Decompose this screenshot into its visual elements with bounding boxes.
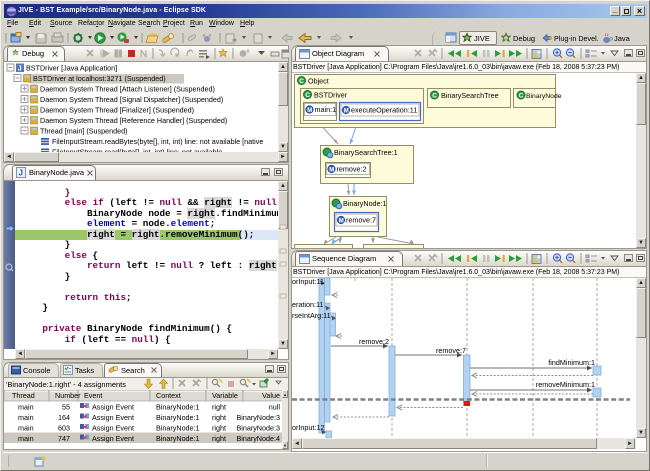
svg-text:BinaryNode:1: BinaryNode:1 <box>156 403 200 412</box>
svg-text:M: M <box>307 108 312 114</box>
svg-text:BSTDriver at localhost:3271 (S: BSTDriver at localhost:3271 (Suspended) <box>33 74 166 83</box>
svg-text:J: J <box>19 169 23 178</box>
svg-text:Event: Event <box>84 391 102 400</box>
svg-text:eration:11: eration:11 <box>292 300 323 309</box>
svg-text:M: M <box>329 168 334 174</box>
svg-text:main: main <box>18 424 34 433</box>
svg-text:remove:7: remove:7 <box>436 346 466 355</box>
svg-text:Thread: Thread <box>12 391 35 400</box>
svg-text:findMinimum:1: findMinimum:1 <box>548 358 595 367</box>
svg-text:Value: Value <box>262 391 280 400</box>
svg-text:C: C <box>519 93 524 100</box>
svg-text:removeMinimum:1: removeMinimum:1 <box>536 380 595 389</box>
svg-text:Daemon System Thread [Referenc: Daemon System Thread [Reference Handler]… <box>40 116 227 125</box>
svg-text:executeOperation:11: executeOperation:11 <box>351 106 417 115</box>
svg-text:Variable: Variable <box>212 391 238 400</box>
svg-text:55: 55 <box>62 403 70 412</box>
svg-text:Daemon System Thread [Signal D: Daemon System Thread [Signal Dispatcher]… <box>40 95 223 104</box>
svg-text:FileInputStream.readBytes(byte: FileInputStream.readBytes(byte[], int, i… <box>52 137 263 146</box>
svg-text:BinaryNode: BinaryNode <box>526 93 562 100</box>
svg-text:remove:7: remove:7 <box>346 216 376 225</box>
svg-text:rseIntArg:11: rseIntArg:11 <box>292 311 331 320</box>
svg-text:C: C <box>299 78 304 85</box>
svg-text:Number: Number <box>55 391 81 400</box>
svg-text:Daemon System Thread [Attach L: Daemon System Thread [Attach Listener] (… <box>40 85 215 94</box>
svg-text:Daemon System Thread [Finalize: Daemon System Thread [Finalizer] (Suspen… <box>40 106 194 115</box>
svg-text:C: C <box>305 92 310 99</box>
svg-text:BinaryNode:3: BinaryNode:3 <box>236 424 280 433</box>
svg-text:remove:2: remove:2 <box>337 165 367 174</box>
svg-text:Assign Event: Assign Event <box>92 424 134 433</box>
svg-text:BinaryNode:1: BinaryNode:1 <box>343 199 387 208</box>
svg-text:603: 603 <box>58 424 70 433</box>
svg-text:main:1: main:1 <box>315 105 337 114</box>
svg-text:Assign Event: Assign Event <box>92 413 134 422</box>
svg-text:BinaryNode:1: BinaryNode:1 <box>156 434 200 443</box>
svg-text:M: M <box>339 219 344 225</box>
svg-text:orInput:12: orInput:12 <box>292 423 324 432</box>
svg-text:M: M <box>344 109 349 115</box>
svg-text:Object: Object <box>308 77 329 86</box>
svg-text:BinarySearchTree:1: BinarySearchTree:1 <box>334 148 398 157</box>
svg-text:right: right <box>212 434 226 443</box>
svg-text:Assign Event: Assign Event <box>92 403 134 412</box>
svg-text:164: 164 <box>58 413 70 422</box>
svg-text:Thread [main] (Suspended): Thread [main] (Suspended) <box>40 127 128 136</box>
svg-text:BSTDriver [Java Application]: BSTDriver [Java Application] <box>26 64 117 73</box>
svg-text:main: main <box>18 413 34 422</box>
svg-text:C: C <box>432 93 437 100</box>
svg-text:main: main <box>18 403 34 412</box>
svg-text:BinaryNode:1: BinaryNode:1 <box>156 424 200 433</box>
svg-text:Assign Event: Assign Event <box>92 434 134 443</box>
svg-text:BinarySearchTree: BinarySearchTree <box>441 91 499 100</box>
svg-text:BinaryNode:4: BinaryNode:4 <box>236 434 280 443</box>
svg-text:right: right <box>212 413 226 422</box>
svg-text:BinaryNode:3: BinaryNode:3 <box>236 413 280 422</box>
svg-text:BinaryNode:1: BinaryNode:1 <box>156 413 200 422</box>
svg-text:Context: Context <box>156 391 181 400</box>
svg-text:BSTDriver: BSTDriver <box>314 91 348 100</box>
svg-text:null: null <box>269 403 281 412</box>
svg-text:747: 747 <box>58 434 70 443</box>
svg-text:main: main <box>18 434 34 443</box>
svg-text:right: right <box>212 403 226 412</box>
svg-text:remove:2: remove:2 <box>359 337 389 346</box>
svg-text:right: right <box>212 424 226 433</box>
svg-text:orInput:11: orInput:11 <box>292 278 324 286</box>
svg-text:J: J <box>18 66 22 73</box>
